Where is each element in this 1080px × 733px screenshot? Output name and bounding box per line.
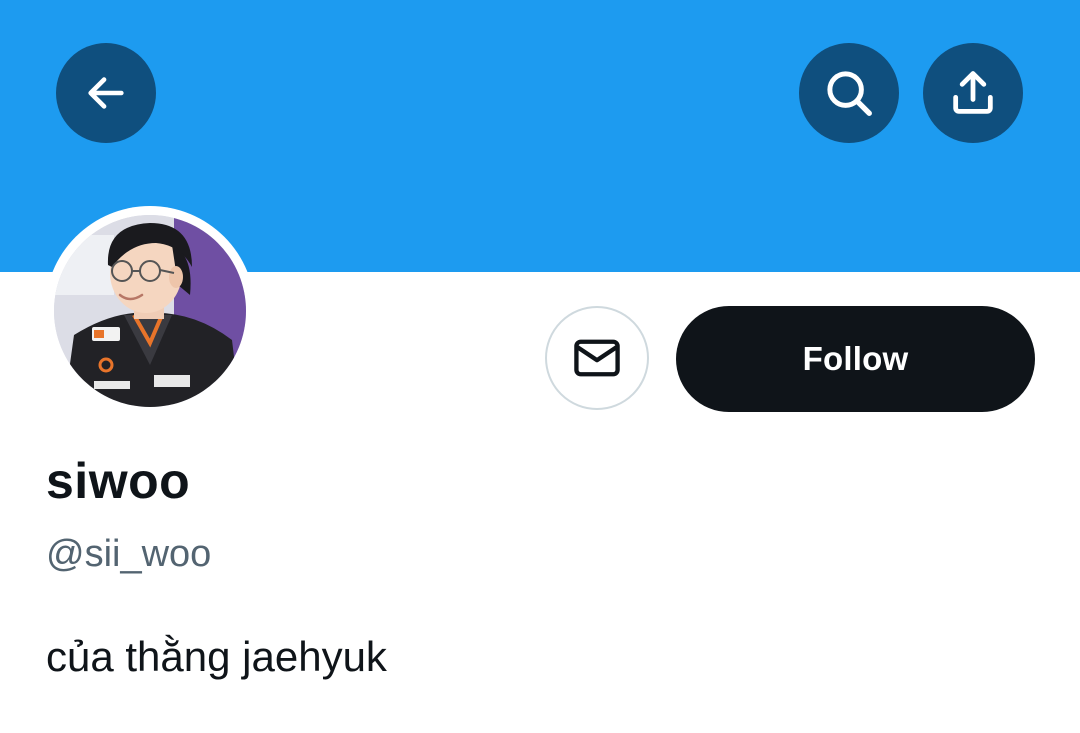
display-name: siwoo <box>46 453 191 509</box>
arrow-left-icon <box>88 77 124 109</box>
back-button[interactable] <box>56 43 156 143</box>
message-button[interactable] <box>545 306 649 410</box>
envelope-icon <box>574 339 620 377</box>
search-button[interactable] <box>799 43 899 143</box>
avatar-photo <box>54 215 246 407</box>
follow-button[interactable]: Follow <box>676 306 1035 412</box>
share-upload-icon <box>953 71 993 114</box>
share-button[interactable] <box>923 43 1023 143</box>
follow-label: Follow <box>802 340 909 377</box>
user-handle: @sii_woo <box>46 533 212 575</box>
avatar-frame[interactable] <box>45 206 255 416</box>
profile-bio: của thằng jaehyuk <box>46 633 387 680</box>
avatar[interactable] <box>54 215 246 407</box>
search-icon <box>827 71 872 116</box>
profile-page: Follow siwoo @sii_woo của thằng jaehyuk <box>0 0 1080 733</box>
